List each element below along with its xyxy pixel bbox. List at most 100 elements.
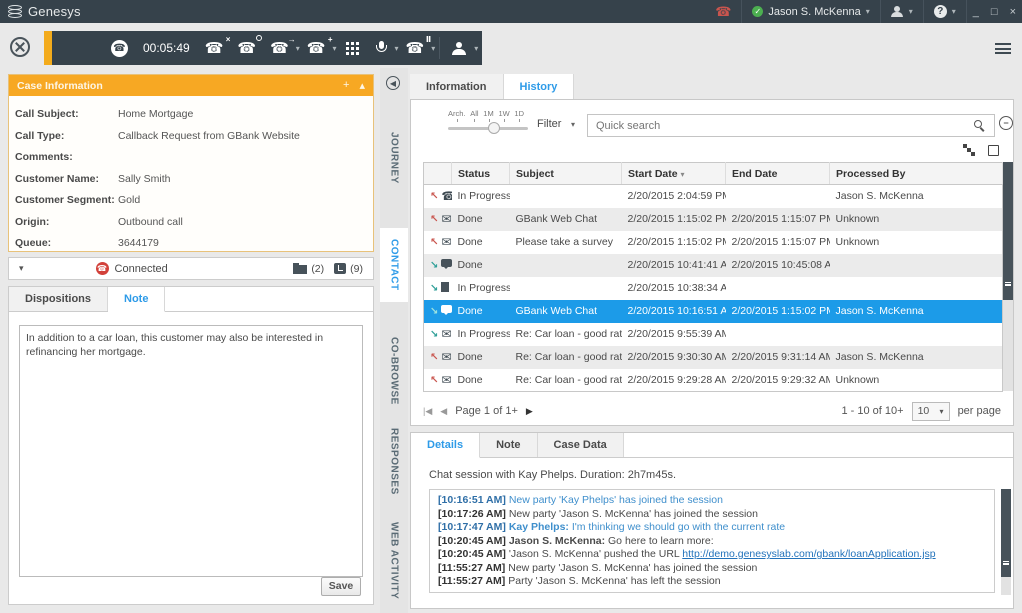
field-label: Customer Segment:	[15, 194, 115, 206]
col-end-date[interactable]: End Date	[725, 162, 830, 185]
history-row[interactable]: ↖ DoneRe: Car loan - good rates? 2/20/20…	[424, 369, 1003, 392]
party-action-button[interactable]	[444, 31, 474, 65]
transcript-scrollbar[interactable]	[1001, 489, 1011, 595]
media-icon	[441, 259, 452, 270]
per-page-select[interactable]: 10 ▾	[911, 401, 950, 421]
agent-menu[interactable]: ▾	[881, 0, 923, 23]
interaction-type-icon	[10, 37, 30, 57]
sidetab-responses[interactable]: RESPONSES	[380, 425, 408, 497]
sidetab-cobrowse[interactable]: CO-BROWSE	[380, 333, 408, 409]
icon-column-header	[423, 162, 452, 185]
user-menu[interactable]: ✓ Jason S. McKenna ▾	[742, 0, 879, 23]
range-1w[interactable]: 1W	[498, 109, 510, 122]
media-icon	[441, 212, 451, 226]
media-icon	[441, 282, 450, 293]
history-row-selected[interactable]: ↘ Done GBank Web Chat 2/20/2015 10:16:51 …	[423, 299, 1003, 323]
sidetab-contact[interactable]: CONTACT	[380, 228, 408, 302]
note-textarea[interactable]: In addition to a car loan, this customer…	[19, 325, 363, 577]
tab-note[interactable]: Note	[108, 287, 166, 312]
collapse-strip-icon[interactable]: ◀	[386, 76, 400, 90]
collapse-panel-button[interactable]: ▴	[359, 79, 365, 92]
instant-transfer-button[interactable]: ☎ →	[263, 31, 296, 65]
col-status[interactable]: Status	[451, 162, 510, 185]
tab-details-note[interactable]: Note	[480, 433, 538, 457]
field-value: Callback Request from GBank Website	[118, 129, 300, 142]
history-clock-icon[interactable]	[334, 263, 347, 274]
range-arch[interactable]: Arch.	[448, 109, 466, 122]
end-call-button[interactable]: ☎ ×	[198, 31, 231, 65]
case-field-row: Queue: 3644179	[15, 233, 367, 255]
next-page-button[interactable]: ▶	[526, 406, 533, 417]
sidetab-webactivity[interactable]: WEB ACTIVITY	[380, 515, 408, 607]
range-1d[interactable]: 1D	[514, 109, 524, 122]
range-all[interactable]: All	[470, 109, 479, 122]
flat-view-icon[interactable]	[988, 145, 999, 156]
transcript-line: [10:16:51 AM] New party 'Kay Phelps' has…	[438, 494, 723, 506]
range-indicator: 1 - 10 of 10+	[841, 405, 904, 417]
case-field-row: Customer Name: Sally Smith	[15, 169, 367, 191]
callback-menu-caret[interactable]: ▾	[431, 44, 435, 53]
slider-thumb[interactable]	[488, 122, 500, 134]
save-button[interactable]: Save	[321, 577, 361, 596]
hold-call-button[interactable]: ☎	[230, 31, 263, 65]
range-1m[interactable]: 1M	[483, 109, 494, 122]
sidetab-journey[interactable]: JOURNEY	[380, 112, 408, 204]
tab-case-data[interactable]: Case Data	[537, 433, 624, 457]
media-icon	[441, 235, 451, 249]
history-row[interactable]: ↖ DoneRe: Car loan - good rates? 2/20/20…	[423, 345, 1003, 369]
field-label: Queue:	[15, 237, 52, 249]
table-scrollbar[interactable]	[1003, 162, 1013, 391]
instant-conference-button[interactable]: ☎ +	[300, 31, 333, 65]
history-row[interactable]: ↖ In Progress 2/20/2015 2:04:59 PMJason …	[424, 185, 1003, 208]
search-icon[interactable]	[974, 120, 982, 128]
party-dropdown-caret[interactable]: ▾	[9, 263, 34, 274]
phone-icon: ☎	[715, 4, 732, 19]
transfer-call-icon: ☎	[270, 39, 289, 57]
col-processed-by[interactable]: Processed By	[829, 162, 1003, 185]
maximize-button[interactable]: □	[985, 6, 1004, 18]
call-toolbar: ☎ 00:05:49 ☎ × ☎ ☎ → ▾ ☎ + ▾ ▾ ☎ Ⅱ ▾ ▾	[44, 31, 482, 65]
history-row[interactable]: ↖ DonePlease take a survey 2/20/2015 1:1…	[424, 231, 1003, 254]
schedule-callback-button[interactable]: ☎ Ⅱ	[399, 31, 432, 65]
history-row[interactable]: ↘ Done 2/20/2015 10:41:41 AM 2/20/2015 10…	[423, 253, 1003, 277]
panel-title: Case Information	[17, 79, 103, 92]
field-value: Outbound call	[118, 215, 183, 228]
filter-caret-icon[interactable]: ▾	[571, 120, 575, 129]
tab-dispositions[interactable]: Dispositions	[9, 287, 109, 311]
direction-icon: ↖	[430, 191, 439, 203]
col-subject[interactable]: Subject	[509, 162, 622, 185]
direction-icon: ↖	[430, 236, 439, 248]
party-action-caret[interactable]: ▾	[474, 44, 478, 53]
history-row[interactable]: ↘ In ProgressRe: Car loan - good rates? …	[424, 323, 1003, 346]
quick-search-input[interactable]	[587, 114, 995, 137]
prev-page-button[interactable]: ◀	[440, 406, 447, 417]
scrollbar-thumb[interactable]	[1001, 489, 1011, 577]
direction-icon: ↖	[430, 374, 439, 386]
scrollbar-thumb[interactable]	[1003, 162, 1013, 300]
pushed-url-link[interactable]: http://demo.genesyslab.com/gbank/loanApp…	[682, 548, 935, 560]
transcript-line: [10:17:47 AM] Kay Phelps: I'm thinking w…	[438, 521, 786, 533]
filter-dropdown[interactable]: Filter	[537, 118, 561, 130]
main-menu-icon[interactable]	[995, 43, 1011, 54]
agent-icon	[890, 6, 904, 17]
active-call-indicator[interactable]: ☎	[705, 0, 741, 23]
transcript-line: [11:55:27 AM] New party 'Jason S. McKenn…	[438, 561, 758, 574]
history-count: (9)	[350, 262, 363, 275]
tab-information[interactable]: Information	[410, 74, 504, 99]
history-row[interactable]: ↖ DoneGBank Web Chat 2/20/2015 1:15:02 P…	[423, 207, 1003, 231]
advanced-search-toggle-icon[interactable]: −	[999, 116, 1013, 130]
tab-history[interactable]: History	[503, 74, 575, 100]
col-start-date[interactable]: Start Date ▾	[621, 162, 726, 185]
add-field-button[interactable]: +	[343, 79, 349, 92]
tab-details[interactable]: Details	[411, 433, 481, 458]
history-row[interactable]: ↘ In Progress 2/20/2015 10:38:34 AM	[424, 277, 1003, 300]
minimize-button[interactable]: _	[967, 6, 985, 18]
first-page-button[interactable]: |◀	[423, 406, 432, 417]
time-range-slider[interactable]	[448, 122, 528, 134]
case-folder-icon[interactable]	[293, 263, 308, 274]
thread-view-icon[interactable]	[963, 144, 976, 157]
close-button[interactable]: ×	[1004, 6, 1022, 18]
keypad-button[interactable]	[337, 31, 368, 65]
help-menu[interactable]: ? ▾	[924, 0, 966, 23]
mute-mic-button[interactable]	[368, 31, 395, 65]
